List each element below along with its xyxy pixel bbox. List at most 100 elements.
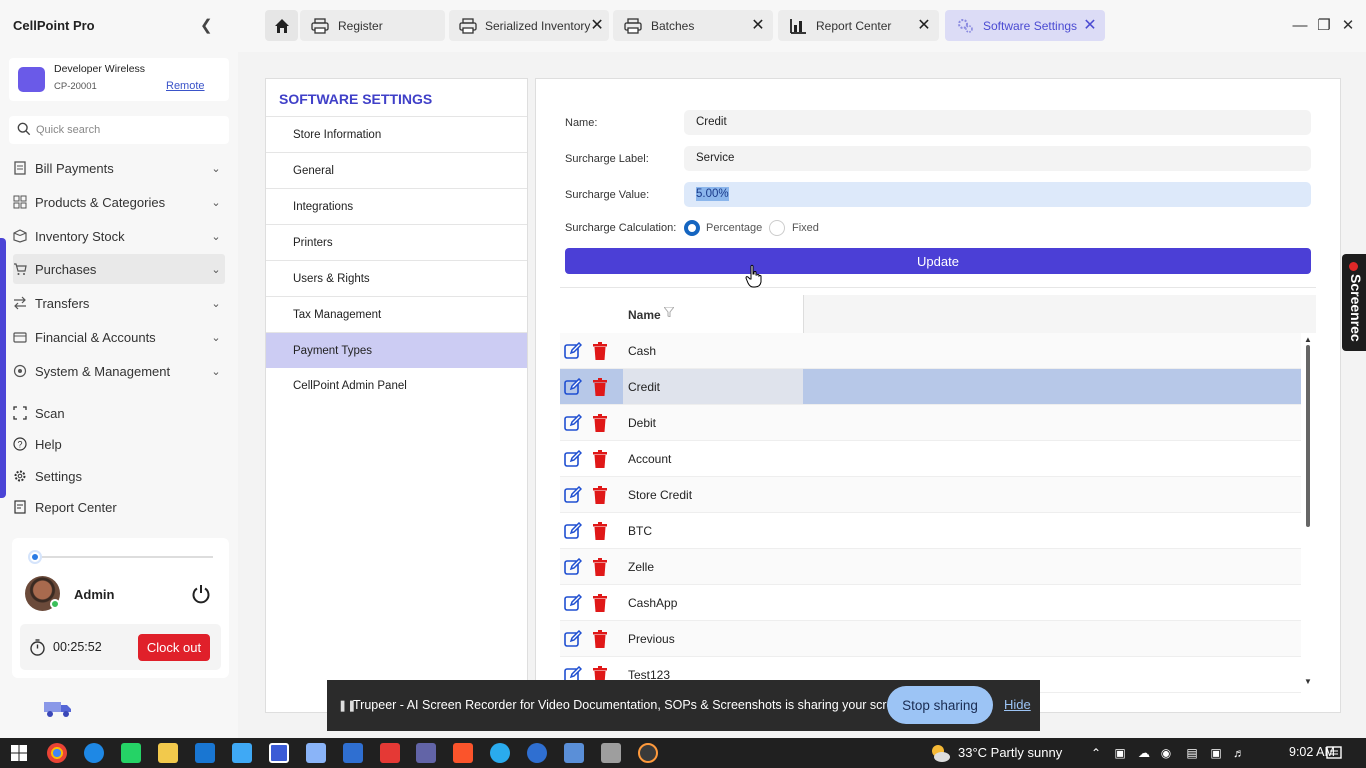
tab-software-settings[interactable]: Software Settings ✕ [945,10,1105,41]
close-icon[interactable]: ✕ [749,17,767,34]
trash-icon[interactable] [592,378,608,396]
volume-icon[interactable]: ♬ [1230,744,1248,762]
edge-icon[interactable] [84,743,104,763]
app-icon[interactable] [306,743,326,763]
nav-scan[interactable]: Scan [13,398,225,428]
menu-item-printers[interactable]: Printers [266,224,527,260]
clock-out-button[interactable]: Clock out [138,634,210,661]
trash-icon[interactable] [592,450,608,468]
app-icon[interactable] [638,743,658,763]
update-button[interactable]: Update [565,248,1311,274]
table-row[interactable]: Cash [560,333,1301,369]
brave-icon[interactable] [453,743,473,763]
battery-icon[interactable]: ▤ [1183,744,1201,762]
weather-icon[interactable] [929,742,951,764]
cloud-icon[interactable]: ☁ [1135,744,1153,762]
close-icon[interactable]: ✕ [590,17,603,34]
weather-text[interactable]: 33°C Partly sunny [958,745,1062,760]
telegram-icon[interactable] [490,743,510,763]
chevron-up-icon[interactable]: ⌃ [1087,744,1105,762]
nav-system-management[interactable]: System & Management ⌄ [13,356,225,386]
trash-icon[interactable] [592,630,608,648]
table-row[interactable]: CashApp [560,585,1301,621]
edit-icon[interactable] [564,594,582,612]
trash-icon[interactable] [592,414,608,432]
edit-icon[interactable] [564,522,582,540]
tab-home[interactable] [265,10,298,41]
search-input[interactable] [36,121,221,139]
menu-item-store-information[interactable]: Store Information [266,116,527,152]
menu-item-integrations[interactable]: Integrations [266,188,527,224]
nav-purchases[interactable]: Purchases ⌄ [13,254,225,284]
trash-icon[interactable] [592,558,608,576]
nav-settings[interactable]: Settings [13,461,225,491]
name-field[interactable]: Credit [684,110,1311,135]
surcharge-value-field[interactable]: 5.00% [684,182,1311,207]
notification-icon[interactable] [1325,744,1343,762]
menu-item-payment-types[interactable]: Payment Types [266,332,527,368]
stop-sharing-button[interactable]: Stop sharing [887,686,993,724]
table-row[interactable]: Account [560,441,1301,477]
quick-search[interactable] [9,116,229,144]
edit-icon[interactable] [564,450,582,468]
trash-icon[interactable] [592,594,608,612]
restore-icon[interactable]: ❐ [1314,16,1334,36]
scroll-up-icon[interactable]: ▲ [1304,335,1312,344]
delivery-truck-icon[interactable] [42,697,74,719]
trash-icon[interactable] [592,486,608,504]
menu-item-admin-panel[interactable]: CellPoint Admin Panel [266,368,527,404]
power-icon[interactable] [190,583,212,605]
nav-transfers[interactable]: Transfers ⌄ [13,288,225,318]
scroll-down-icon[interactable]: ▼ [1304,677,1312,686]
whatsapp-icon[interactable] [121,743,141,763]
edit-icon[interactable] [564,378,582,396]
table-row[interactable]: BTC [560,513,1301,549]
tab-serialized-inventory[interactable]: Serialized Inventory ✕ [449,10,609,41]
collapse-sidebar-icon[interactable]: ❮ [200,16,213,34]
close-window-icon[interactable]: ✕ [1338,16,1358,36]
windows-start-icon[interactable] [9,743,29,763]
hide-link[interactable]: Hide [1004,697,1031,712]
tab-batches[interactable]: Batches ✕ [613,10,773,41]
edit-icon[interactable] [564,342,582,360]
microphone-icon[interactable]: ◉ [1157,744,1175,762]
edit-icon[interactable] [564,630,582,648]
zoom-slider-knob[interactable] [28,550,42,564]
tab-register[interactable]: Register [300,10,445,41]
menu-item-users-rights[interactable]: Users & Rights [266,260,527,296]
network-icon[interactable]: ▣ [1207,744,1225,762]
minimize-icon[interactable]: — [1290,16,1310,36]
table-row[interactable]: Debit [560,405,1301,441]
chrome-icon[interactable] [47,743,67,763]
cellpoint-icon[interactable] [269,743,289,763]
grid-scrollbar[interactable]: ▲ ▼ [1303,335,1313,687]
table-row[interactable]: Previous [560,621,1301,657]
nav-report-center[interactable]: Report Center [13,492,225,522]
close-icon[interactable]: ✕ [1081,17,1099,34]
nav-bill-payments[interactable]: Bill Payments ⌄ [13,153,225,183]
edit-icon[interactable] [564,486,582,504]
edit-icon[interactable] [564,414,582,432]
table-row[interactable]: Credit [560,369,1301,405]
menu-item-general[interactable]: General [266,152,527,188]
tray-app-icon[interactable]: ▣ [1111,744,1129,762]
filter-icon[interactable] [664,307,674,317]
edit-icon[interactable] [564,558,582,576]
table-row[interactable]: Store Credit [560,477,1301,513]
screenrec-tab[interactable]: Screenrec [1342,254,1366,351]
trash-icon[interactable] [592,522,608,540]
column-header-name[interactable]: Name [628,308,661,322]
trash-icon[interactable] [592,342,608,360]
menu-item-tax-management[interactable]: Tax Management [266,296,527,332]
app-icon[interactable] [527,743,547,763]
app-icon[interactable] [343,743,363,763]
fixed-radio[interactable] [769,220,785,236]
nav-financial-accounts[interactable]: Financial & Accounts ⌄ [13,322,225,352]
scrollbar-thumb[interactable] [1306,345,1310,527]
close-icon[interactable]: ✕ [915,17,933,34]
nav-help[interactable]: ? Help [13,429,225,459]
app-icon[interactable] [564,743,584,763]
app-icon[interactable] [232,743,252,763]
surcharge-label-field[interactable]: Service [684,146,1311,171]
nav-inventory-stock[interactable]: Inventory Stock ⌄ [13,221,225,251]
